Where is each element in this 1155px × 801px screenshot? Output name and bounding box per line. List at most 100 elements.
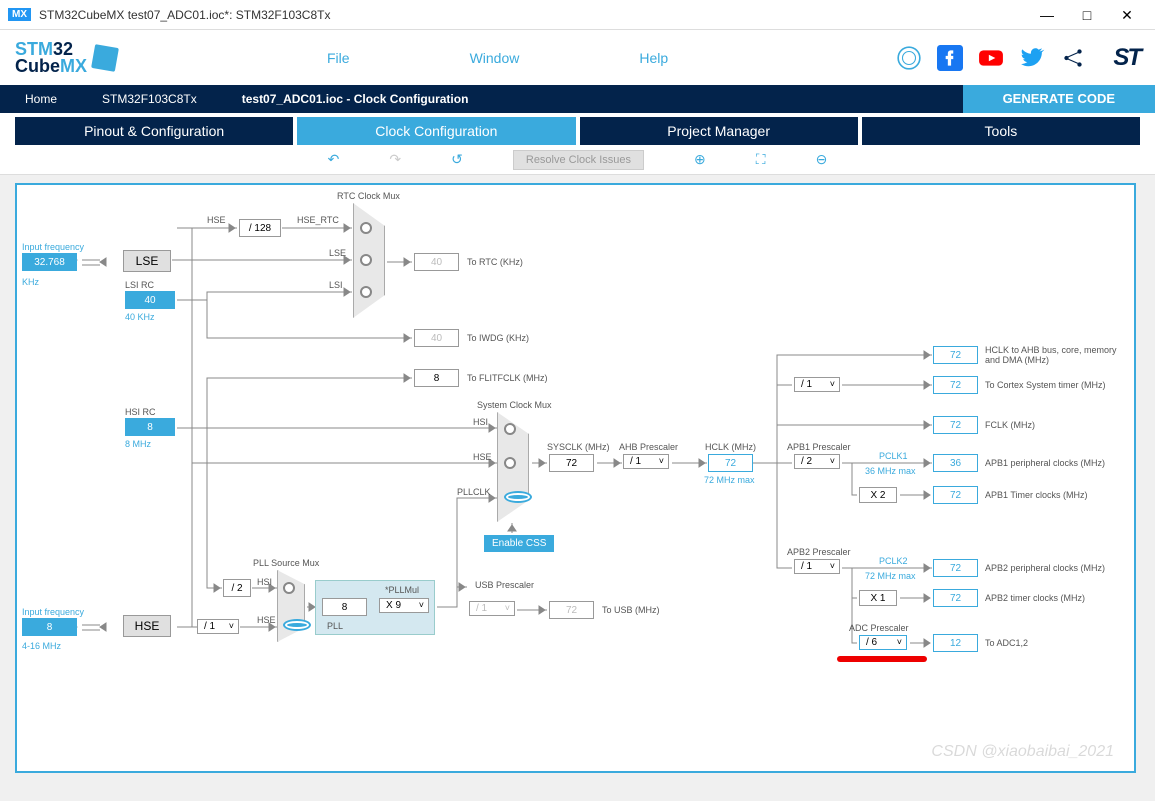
crumb-file[interactable]: test07_ADC01.ioc - Clock Configuration [217,85,489,113]
pll-mux[interactable] [277,570,305,642]
hclk-lbl: HCLK (MHz) [705,442,756,452]
sys-hsi-lbl: HSI [473,417,488,427]
window-title: STM32CubeMX test07_ADC01.ioc*: STM32F103… [39,8,1027,22]
hse-box: HSE [123,615,171,637]
apb1-pclk-lbl: PCLK1 [879,451,908,461]
apb1-timer-mul: X 2 [859,487,897,503]
hclk-val[interactable]: 72 [708,454,753,472]
tab-tools[interactable]: Tools [862,117,1140,145]
titlebar: MX STM32CubeMX test07_ADC01.ioc*: STM32F… [0,0,1155,30]
maximize-button[interactable]: □ [1067,0,1107,30]
watermark: CSDN @xiaobaibai_2021 [931,743,1114,761]
pll-radio-hse[interactable] [283,619,311,631]
lse-unit: KHz [22,277,39,287]
tab-project[interactable]: Project Manager [580,117,858,145]
sys-radio-hse[interactable] [504,457,516,469]
cube-icon [91,44,119,72]
tab-clock[interactable]: Clock Configuration [297,117,575,145]
lsi-unit: 40 KHz [125,312,155,322]
ahb-lbl: AHB Prescaler [619,442,678,452]
usb-presc-lbl: USB Prescaler [475,580,534,590]
generate-code-button[interactable]: GENERATE CODE [963,85,1155,113]
hsi-val: 8 [125,418,175,436]
lsi-val: 40 [125,291,175,309]
hsi-rc-label: HSI RC [125,407,156,417]
sys-radio-pllclk[interactable] [504,491,532,503]
rtc-lse-lbl: LSE [329,248,346,258]
rtc-radio-hse[interactable] [360,222,372,234]
undo-icon[interactable]: ↶ [328,151,340,168]
highlight-mark [837,656,927,662]
menu-help[interactable]: Help [639,50,668,66]
apb1-presc-lbl: APB1 Prescaler [787,442,851,452]
crumb-home[interactable]: Home [0,85,77,113]
twitter-icon[interactable] [1019,45,1045,71]
pll-hsi-lbl: HSI [257,577,272,587]
lse-freq-input[interactable]: 32.768 [22,253,77,271]
zoom-in-icon[interactable]: ⊕ [694,151,706,168]
pll-input-val: 8 [322,598,367,616]
apb1-div-select[interactable]: / 2 [794,454,840,469]
hsi-unit: 8 MHz [125,439,151,449]
apb2-div-select[interactable]: / 1 [794,559,840,574]
usb-lbl: To USB (MHz) [602,605,660,615]
header: STM32CubeMX File Window Help ST [0,30,1155,85]
crumb-chip[interactable]: STM32F103C8Tx [77,85,217,113]
out-cortex-val: 72 [933,376,978,394]
apb2-timer-val: 72 [933,589,978,607]
out-hclk-ahb-val: 72 [933,346,978,364]
sys-hse-lbl: HSE [473,452,492,462]
iwdg-val: 40 [414,329,459,347]
pll-mul-select[interactable]: X 9 [379,598,429,613]
lse-freq-label: Input frequency [22,242,84,252]
close-button[interactable]: ✕ [1107,0,1147,30]
ahb-div-select[interactable]: / 1 [623,454,669,469]
apb1-periph-lbl: APB1 peripheral clocks (MHz) [985,458,1105,468]
minimize-button[interactable]: — [1027,0,1067,30]
systimer-div-select[interactable]: / 1 [794,377,840,392]
adc-div-select[interactable]: / 6 [859,635,907,650]
tab-pinout[interactable]: Pinout & Configuration [15,117,293,145]
resolve-button[interactable]: Resolve Clock Issues [513,150,644,170]
reset-icon[interactable]: ↺ [451,151,463,168]
apb1-timer-lbl: APB1 Timer clocks (MHz) [985,490,1088,500]
rtc-hse-div: / 128 [239,219,281,237]
apb2-timer-mul: X 1 [859,590,897,606]
zoom-out-icon[interactable]: ⊖ [816,151,828,168]
pll-mux-title: PLL Source Mux [253,558,319,568]
fit-icon[interactable]: ⛶ [756,151,766,168]
iwdg-lbl: To IWDG (KHz) [467,333,529,343]
facebook-icon[interactable] [937,45,963,71]
sysclk-val: 72 [549,454,594,472]
menu-file[interactable]: File [327,50,350,66]
menu-window[interactable]: Window [470,50,520,66]
out-cortex-lbl: To Cortex System timer (MHz) [985,380,1106,390]
apb2-pclk-lbl: PCLK2 [879,556,908,566]
share-icon[interactable] [1060,45,1086,71]
sys-pllclk-lbl: PLLCLK [457,487,491,497]
usb-div-select[interactable]: / 1 [469,601,515,616]
pll-radio-hsi[interactable] [283,582,295,594]
pll-input-div-select[interactable]: / 1 [197,619,239,634]
st-community-icon[interactable] [896,45,922,71]
apb2-presc-lbl: APB2 Prescaler [787,547,851,557]
hse-freq-input[interactable]: 8 [22,618,77,636]
youtube-icon[interactable] [978,45,1004,71]
apb2-timer-lbl: APB2 timer clocks (MHz) [985,593,1085,603]
usb-val: 72 [549,601,594,619]
apb1-max: 36 MHz max [865,466,916,476]
enable-css-button[interactable]: Enable CSS [484,535,554,552]
flit-val: 8 [414,369,459,387]
toolbar: ↶ ↷ ↺ Resolve Clock Issues ⊕ ⛶ ⊖ [0,145,1155,175]
social-icons: ST [896,44,1140,72]
apb2-periph-val: 72 [933,559,978,577]
rtc-radio-lse[interactable] [360,254,372,266]
clock-diagram[interactable]: Input frequency 32.768 KHz LSE LSI RC 40… [15,183,1136,773]
apb1-timer-val: 72 [933,486,978,504]
rtc-radio-lsi[interactable] [360,286,372,298]
sysclk-lbl: SYSCLK (MHz) [547,442,610,452]
rtc-hse-lbl: HSE [207,215,226,225]
redo-icon[interactable]: ↷ [389,151,401,168]
sys-radio-hsi[interactable] [504,423,516,435]
rtc-hse-rtc-lbl: HSE_RTC [297,215,339,225]
